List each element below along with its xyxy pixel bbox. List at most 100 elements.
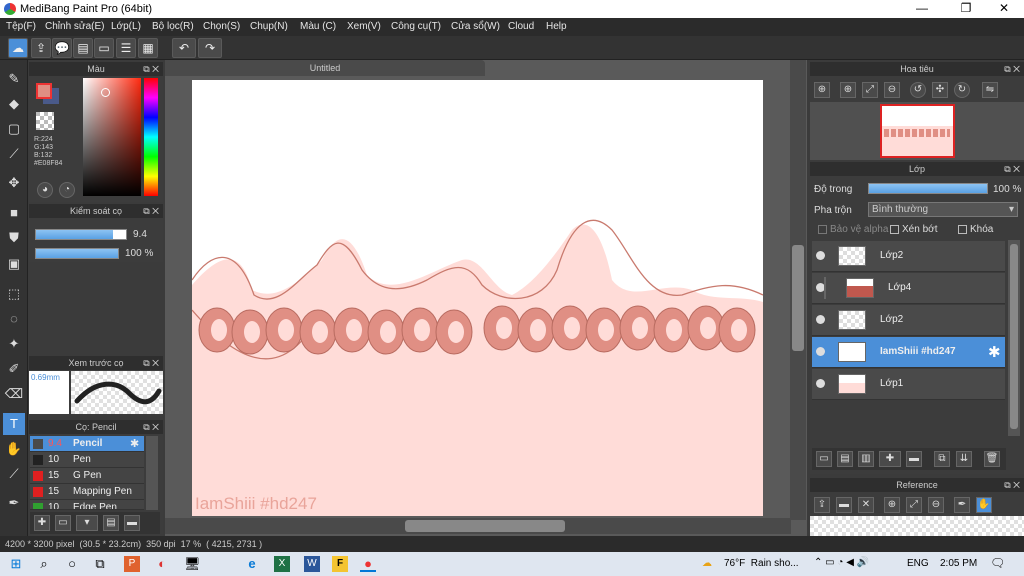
- merge-icon[interactable]: ⇊: [956, 451, 972, 467]
- dropper-icon[interactable]: ✒: [3, 492, 25, 514]
- gear-icon[interactable]: ✱: [988, 343, 1001, 361]
- layer-row[interactable]: Lớp4: [812, 273, 1005, 304]
- hue-slider[interactable]: [144, 78, 158, 196]
- layer-row[interactable]: Lớp2: [812, 305, 1005, 336]
- brush-item[interactable]: 10 Edge Pen: [30, 500, 144, 510]
- clock[interactable]: 2:05 PM: [940, 558, 977, 569]
- redo-icon[interactable]: ↷: [198, 38, 222, 58]
- trash-icon[interactable]: 🗑: [984, 451, 1000, 467]
- taskbar-app-icon[interactable]: 🖥: [184, 556, 201, 572]
- select-pen-icon[interactable]: ✐: [3, 358, 25, 380]
- undo-icon[interactable]: ↶: [172, 38, 196, 58]
- lasso-icon[interactable]: ◌: [3, 308, 25, 330]
- language-indicator[interactable]: ENG: [907, 558, 929, 569]
- eyedropper-icon[interactable]: ⟋: [3, 463, 25, 485]
- rotate-left-icon[interactable]: ↺: [910, 82, 926, 98]
- zoom-in-icon[interactable]: ⊕: [884, 497, 900, 513]
- close-icon[interactable]: ✕: [858, 497, 874, 513]
- saturation-picker[interactable]: [83, 78, 141, 196]
- new-layer-1bit-icon[interactable]: ▥: [858, 451, 874, 467]
- layer-row[interactable]: Lớp1: [812, 369, 1005, 400]
- hand-icon[interactable]: ✋: [3, 438, 25, 460]
- text-icon[interactable]: T: [3, 413, 25, 435]
- horizontal-scroll-thumb[interactable]: [405, 520, 565, 532]
- rotate-right-icon[interactable]: ↻: [954, 82, 970, 98]
- blend-mode-select[interactable]: Bình thường ▾: [868, 202, 1018, 217]
- zoom-in-icon[interactable]: ⊕: [840, 82, 856, 98]
- select-rect-icon[interactable]: ⬚: [3, 283, 25, 305]
- reference-canvas[interactable]: [810, 516, 1024, 536]
- flip-icon[interactable]: ⇋: [982, 82, 998, 98]
- lock-checkbox[interactable]: [958, 225, 967, 234]
- taskbar-app-icon[interactable]: P: [124, 556, 140, 572]
- palette-add-icon[interactable]: ◔: [59, 182, 75, 198]
- menu-file[interactable]: Tệp(F): [6, 21, 36, 32]
- word-icon[interactable]: W: [304, 556, 320, 572]
- folder-icon[interactable]: ▬: [906, 451, 922, 467]
- new-brush-icon[interactable]: ▭: [55, 515, 71, 531]
- menu-view[interactable]: Xem(V): [347, 21, 381, 32]
- upload-icon[interactable]: ⇪: [814, 497, 830, 513]
- minimize-button[interactable]: —: [904, 1, 940, 17]
- layer-row-selected[interactable]: IamShiii #hd247 ✱: [812, 337, 1005, 368]
- open-folder-icon[interactable]: ▬: [836, 497, 852, 513]
- drawing-canvas[interactable]: IamShiii #hd247: [192, 80, 763, 516]
- page-icon[interactable]: ▭: [94, 38, 114, 58]
- add-brush-icon[interactable]: ✚: [34, 515, 50, 531]
- speech-icon[interactable]: ▤: [73, 38, 93, 58]
- windows-start-icon[interactable]: ⊞: [8, 556, 24, 572]
- zoom-out-icon[interactable]: ⊖: [884, 82, 900, 98]
- menu-edit[interactable]: Chỉnh sửa(E): [45, 21, 105, 32]
- new-layer-8bit-icon[interactable]: ▤: [837, 451, 853, 467]
- palette-icon[interactable]: ◕: [37, 182, 53, 198]
- document-tab[interactable]: Untitled: [165, 60, 485, 76]
- panel-close-icon[interactable]: ⧉ ✕: [1004, 62, 1020, 76]
- menu-tools[interactable]: Công cụ(T): [391, 21, 441, 32]
- new-layer-icon[interactable]: ▭: [816, 451, 832, 467]
- primary-color-swatch[interactable]: [36, 83, 52, 99]
- vertical-scrollbar[interactable]: [790, 60, 806, 520]
- menu-layer[interactable]: Lớp(L): [111, 21, 141, 32]
- eye-icon[interactable]: [816, 251, 825, 260]
- tray-icons[interactable]: ⌃ ▭ ◔ ◀ 🔊: [814, 557, 869, 568]
- duplicate-icon[interactable]: ⧉: [934, 451, 950, 467]
- brush-list-scrollbar[interactable]: [146, 436, 158, 510]
- add-layer-menu-icon[interactable]: ✚: [879, 451, 901, 467]
- upload-icon[interactable]: ⇪: [31, 38, 51, 58]
- brush-size-slider[interactable]: [35, 229, 127, 240]
- menu-select[interactable]: Chọn(S): [203, 21, 240, 32]
- menu-filter[interactable]: Bộ lọc(R): [152, 21, 194, 32]
- comment-icon[interactable]: 💬: [52, 38, 72, 58]
- search-icon[interactable]: ⌕: [36, 556, 52, 572]
- brush-opacity-slider[interactable]: [35, 248, 119, 259]
- task-view-icon[interactable]: ⧉: [92, 556, 108, 572]
- brush-folder-icon[interactable]: ▬: [124, 515, 140, 531]
- rectangle-icon[interactable]: ▢: [3, 118, 25, 140]
- taskbar-app-icon[interactable]: ◐: [154, 556, 170, 572]
- eye-icon[interactable]: [816, 315, 825, 324]
- brush-item[interactable]: 15 G Pen: [30, 468, 144, 484]
- panel-close-icon[interactable]: ⧉ ✕: [1004, 478, 1020, 492]
- brush-icon[interactable]: ✎: [3, 68, 25, 90]
- close-button[interactable]: ✕: [986, 1, 1022, 17]
- menu-cloud[interactable]: Cloud: [508, 21, 534, 32]
- eyedropper-icon[interactable]: ✒: [954, 497, 970, 513]
- protect-alpha-checkbox[interactable]: [818, 225, 827, 234]
- bucket-icon[interactable]: ⛊: [3, 227, 25, 249]
- dot-brush-icon[interactable]: ⟋: [3, 143, 25, 165]
- brush-menu-icon[interactable]: ▾: [76, 515, 98, 531]
- weather-icon[interactable]: ☁: [702, 558, 712, 569]
- panel-close-icon[interactable]: ⧉ ✕: [1004, 162, 1020, 176]
- layer-row[interactable]: Lớp2: [812, 241, 1005, 272]
- rotate-reset-icon[interactable]: ✣: [932, 82, 948, 98]
- picker-cursor[interactable]: [101, 88, 110, 97]
- select-eraser-icon[interactable]: ⌫: [3, 383, 25, 405]
- fit-icon[interactable]: ⤢: [862, 82, 878, 98]
- horizontal-scrollbar[interactable]: [165, 518, 791, 534]
- grid-icon[interactable]: ▦: [138, 38, 158, 58]
- layer-list-scrollbar[interactable]: [1008, 240, 1020, 436]
- menu-window[interactable]: Cửa sổ(W): [451, 21, 500, 32]
- eraser-icon[interactable]: ◆: [3, 93, 25, 115]
- fit-icon[interactable]: ⤢: [906, 497, 922, 513]
- brush-item[interactable]: 10 Pen: [30, 452, 144, 468]
